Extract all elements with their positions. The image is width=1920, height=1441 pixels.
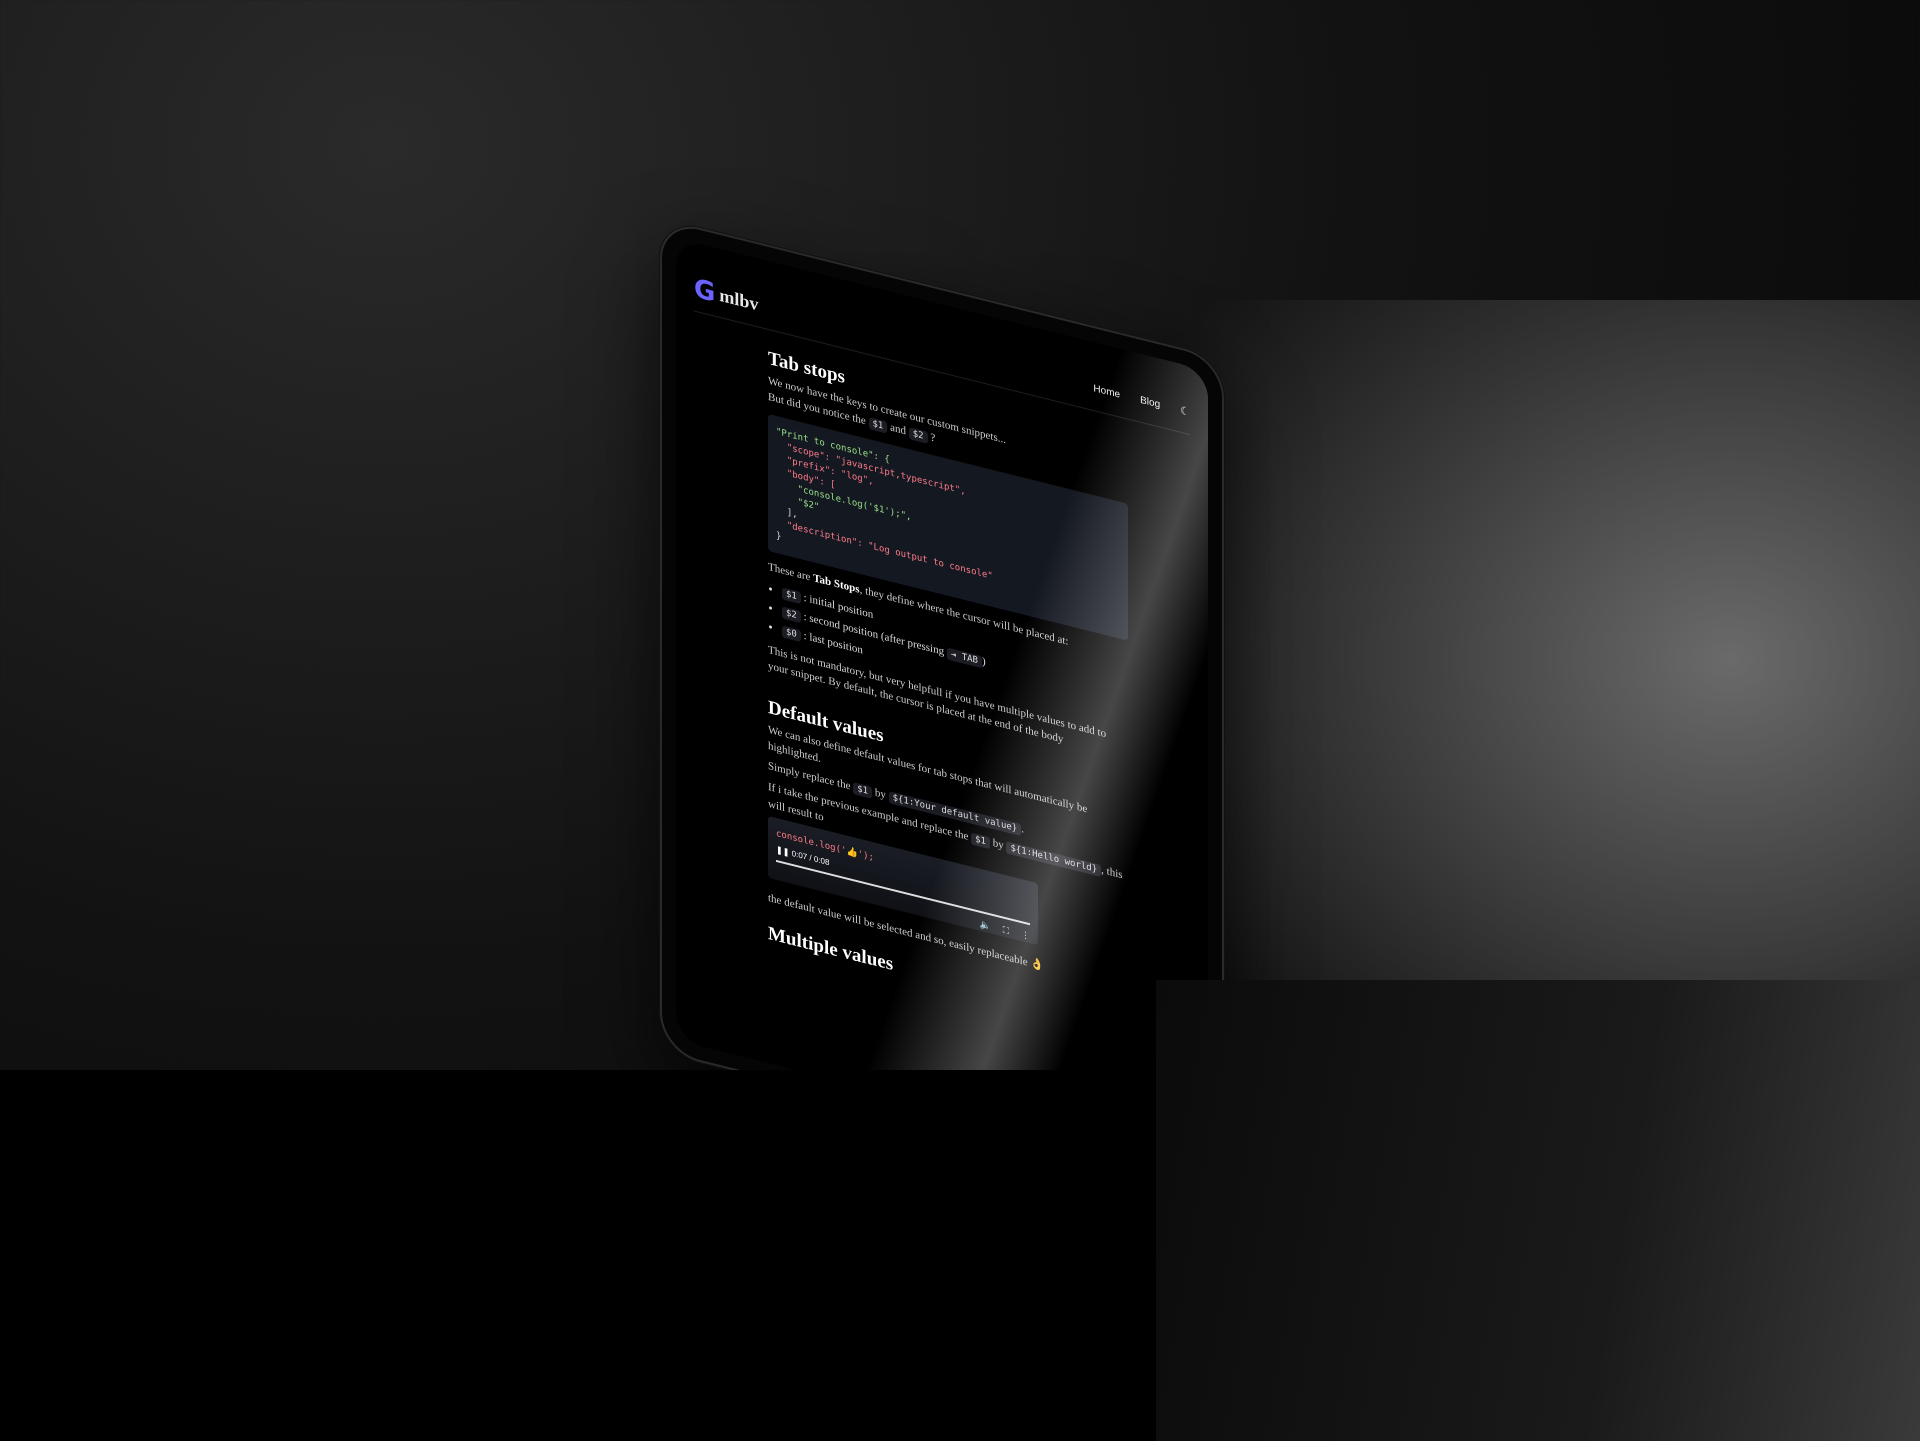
tablet-device: G mlbv Home Blog ☾ Tab stops We now have… — [660, 218, 1224, 1193]
pause-icon[interactable]: ❚❚ — [776, 845, 789, 857]
pedestal-shadow — [0, 1070, 1156, 1441]
nav-blog-link[interactable]: Blog — [1140, 394, 1160, 410]
volume-icon[interactable]: 🔈 — [979, 917, 990, 936]
tablet-screen: G mlbv Home Blog ☾ Tab stops We now have… — [676, 237, 1208, 1173]
more-options-icon[interactable]: ⋮ — [1021, 927, 1030, 945]
moon-icon[interactable]: ☾ — [1180, 403, 1190, 418]
site-logo[interactable]: G mlbv — [694, 273, 758, 319]
fullscreen-icon[interactable]: ⛶ — [1003, 922, 1009, 940]
article-content: Tab stops We now have the keys to create… — [768, 341, 1128, 1038]
logo-text: mlbv — [719, 284, 759, 315]
nav-home-link[interactable]: Home — [1093, 383, 1120, 401]
pedestal-block — [1156, 980, 1920, 1441]
main-nav: Home Blog ☾ — [1093, 382, 1190, 419]
logo-mark-icon: G — [694, 273, 716, 309]
